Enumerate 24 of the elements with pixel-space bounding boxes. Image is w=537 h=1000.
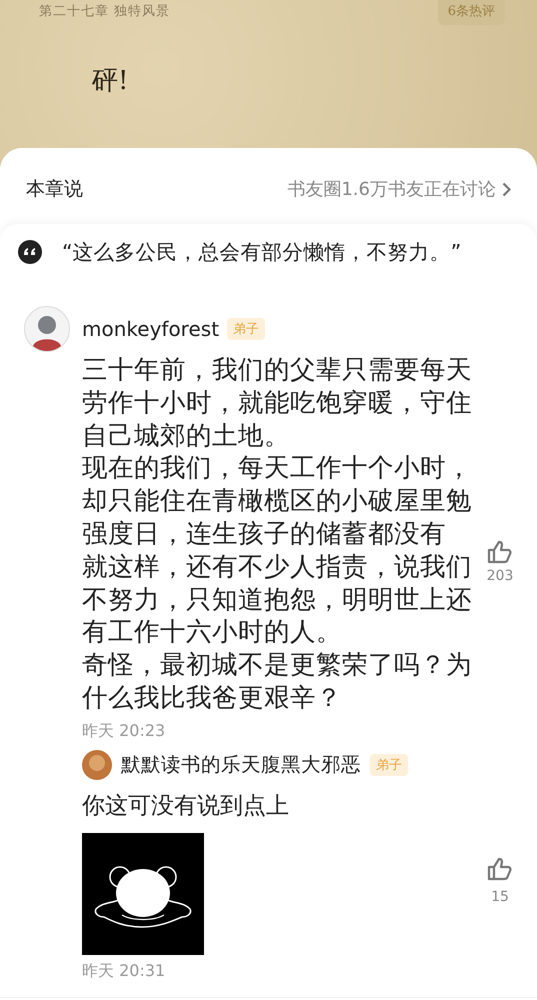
quoted-text: “这么多公民，总会有部分懒惰，不努力。” [62,239,462,266]
thumbs-up-icon[interactable] [487,540,513,564]
section-title: 本章说 [26,177,83,202]
discussion-link[interactable]: 书友圈1.6万书友正在讨论 [287,177,511,201]
reply-text: 你这可没有说到点上 [82,792,290,821]
comment-time: 昨天 20:23 [82,720,166,742]
comment-text: 三十年前，我们的父辈只需要每天劳作十小时，就能吃饱穿暖，守住自己城郊的土地。 [82,354,473,452]
chevron-right-icon [502,182,511,196]
avatar[interactable] [24,306,70,352]
thumbs-up-icon[interactable] [487,856,513,881]
username[interactable]: 默默读书的乐天腹黑大邪恶 [121,751,361,778]
comment-text: 现在的我们，每天工作十个小时，却只能住在青橄榄区的小破屋里勉强度日，连生孩子的储蓄都没有 [82,452,473,551]
comment-text: 奇怪，最初城不是更繁荣了吗？为什么我比我爸更艰辛？ [82,649,473,715]
username[interactable]: monkeyforest [82,317,220,341]
like-count: 203 [486,568,514,584]
user-badge: 弟子 [227,318,266,340]
like-count: 15 [491,888,509,905]
reply-time: 昨天 20:31 [82,960,166,982]
user-badge: 弟子 [370,754,408,776]
comment-text: 就这样，还有不少人指责，说我们不努力，只知道抱怨，明明世上还有工作十六小时的人。 [82,550,473,650]
quote-icon [18,240,42,264]
chapter-title: 第二十七章 独特风景 [39,3,170,20]
story-text: 砰! [92,65,130,98]
avatar[interactable] [82,750,112,780]
